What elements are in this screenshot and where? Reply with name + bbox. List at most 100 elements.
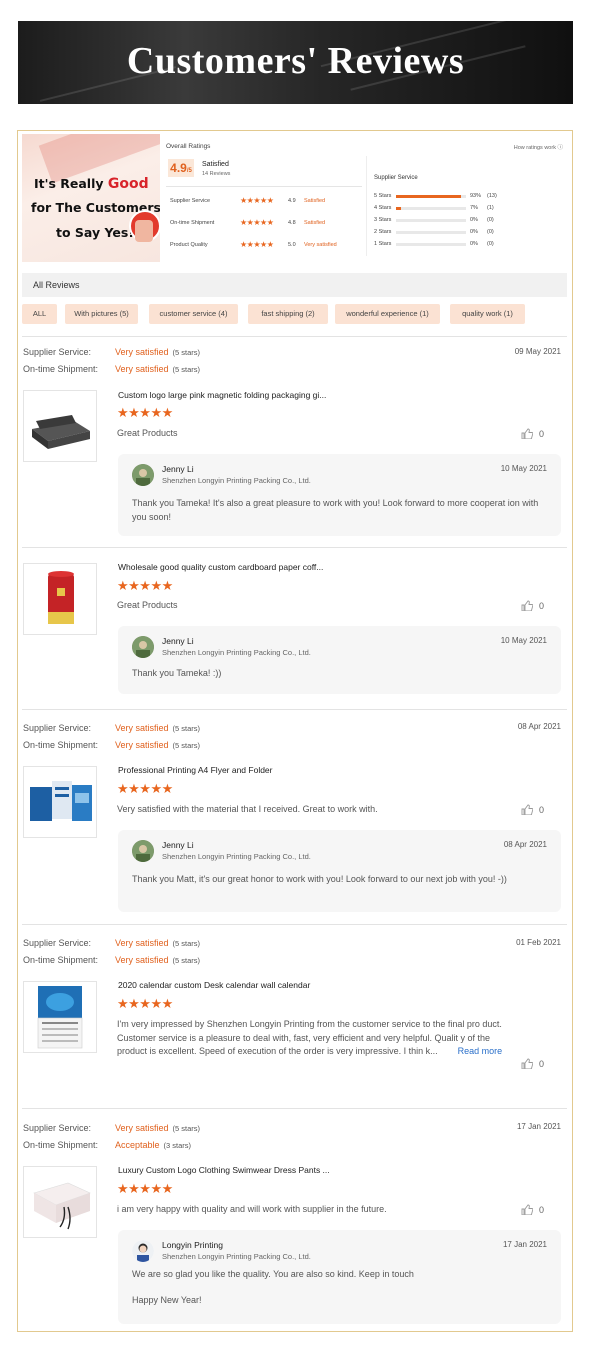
like-button[interactable]: 0 <box>521 804 544 815</box>
reply-date: 08 Apr 2021 <box>503 840 547 849</box>
distribution-count: (1) <box>487 205 494 211</box>
distribution-bar <box>396 231 466 234</box>
reply-company: Shenzhen Longyin Printing Packing Co., L… <box>162 1252 311 1261</box>
distribution-bar <box>396 219 466 222</box>
product-star-rating: ★★★★★ <box>117 996 173 1011</box>
reply-company: Shenzhen Longyin Printing Packing Co., L… <box>162 852 311 861</box>
thumbs-up-icon <box>521 804 533 815</box>
distribution-pct: 0% <box>470 229 478 235</box>
avatar <box>132 1240 154 1262</box>
star-distribution-row: 3 Stars 0% (0) <box>374 217 564 225</box>
like-button[interactable]: 0 <box>521 1204 544 1215</box>
distribution-pct: 93% <box>470 193 482 199</box>
how-ratings-work-link[interactable]: How ratings work ⓘ <box>514 143 563 151</box>
promo-image: It's Really Good for The Customers to Sa… <box>22 134 160 262</box>
filter-customer-service[interactable]: customer service (4) <box>149 304 238 324</box>
distribution-pct: 0% <box>470 217 478 223</box>
filter-quality-work[interactable]: quality work (1) <box>450 304 525 324</box>
product-star-rating: ★★★★★ <box>117 578 173 593</box>
filter-fast-shipping[interactable]: fast shipping (2) <box>248 304 328 324</box>
overall-ratings-label: Overall Ratings <box>166 143 211 150</box>
distribution-count: (13) <box>487 193 497 199</box>
question-icon: ⓘ <box>557 145 563 151</box>
banner: Customers' Reviews <box>18 21 573 104</box>
distribution-fill <box>396 207 401 210</box>
reply-date: 10 May 2021 <box>500 636 547 645</box>
review-count: 14 Reviews <box>202 171 231 177</box>
hand-thumb-icon <box>135 220 153 242</box>
product-image-box[interactable] <box>23 981 97 1053</box>
product-title[interactable]: 2020 calendar custom Desk calendar wall … <box>118 980 310 990</box>
promo-line3: to Say Yes! <box>56 225 134 240</box>
like-button[interactable]: 0 <box>521 1058 544 1069</box>
like-button[interactable]: 0 <box>521 600 544 611</box>
review-date: 17 Jan 2021 <box>516 1122 561 1131</box>
review-date: 09 May 2021 <box>514 347 561 356</box>
reply-message-line2: Happy New Year! <box>132 1295 202 1305</box>
filter-wonderful-experience[interactable]: wonderful experience (1) <box>335 304 440 324</box>
reply-author: Longyin Printing <box>162 1240 223 1250</box>
supplier-reply: Jenny Li Shenzhen Longyin Printing Packi… <box>118 626 561 694</box>
product-image-box[interactable] <box>23 766 97 838</box>
all-reviews-header: All Reviews <box>22 273 567 297</box>
star-distribution-row: 2 Stars 0% (0) <box>374 229 564 237</box>
review-date: 01 Feb 2021 <box>516 938 561 947</box>
product-title[interactable]: Custom logo large pink magnetic folding … <box>118 390 326 400</box>
reply-message: We are so glad you like the quality. You… <box>132 1269 414 1279</box>
reply-message: Thank you Tameka! :)) <box>132 668 222 678</box>
reply-date: 10 May 2021 <box>500 464 547 473</box>
product-title[interactable]: Luxury Custom Logo Clothing Swimwear Dre… <box>118 1165 330 1175</box>
review-supplier-service: Supplier Service: Very satisfied (5 stars) <box>23 1123 201 1133</box>
product-title[interactable]: Wholesale good quality custom cardboard … <box>118 562 323 572</box>
promo-good: Good <box>107 176 149 192</box>
distribution-pct: 7% <box>470 205 478 211</box>
distribution-count: (0) <box>487 241 494 247</box>
reply-message: Thank you Matt, it's our great honor to … <box>132 874 507 884</box>
filter-all[interactable]: ALL <box>22 304 57 324</box>
distribution-label: 4 Stars <box>374 205 392 211</box>
review-ontime-shipment: On-time Shipment: Very satisfied (5 stars) <box>23 364 201 374</box>
product-title[interactable]: Professional Printing A4 Flyer and Folde… <box>118 765 273 775</box>
ratings-summary: Overall Ratings How ratings work ⓘ 4.9/5… <box>166 134 567 262</box>
distribution-bar <box>396 195 466 198</box>
distribution-label: 2 Stars <box>374 229 392 235</box>
supplier-reply: Jenny Li Shenzhen Longyin Printing Packi… <box>118 830 561 912</box>
reviews-panel: It's Really Good for The Customers to Sa… <box>17 130 573 1332</box>
thumbs-up-icon <box>521 428 533 439</box>
review-supplier-service: Supplier Service: Very satisfied (5 stars) <box>23 723 201 733</box>
product-star-rating: ★★★★★ <box>117 1181 173 1196</box>
star-rating: ★★★★★ <box>240 240 274 249</box>
distribution-label: 3 Stars <box>374 217 392 223</box>
product-star-rating: ★★★★★ <box>117 405 173 420</box>
product-image-box[interactable] <box>23 1166 97 1238</box>
product-image-box[interactable] <box>23 390 97 462</box>
promo-line1: It's Really <box>34 176 108 191</box>
like-button[interactable]: 0 <box>521 428 544 439</box>
star-distribution-row: 4 Stars 7% (1) <box>374 205 564 213</box>
review-text: i am very happy with quality and will wo… <box>117 1204 387 1214</box>
review-supplier-service: Supplier Service: Very satisfied (5 stars) <box>23 347 201 357</box>
read-more-link[interactable]: Read more <box>458 1046 503 1056</box>
supplier-reply: Longyin Printing Shenzhen Longyin Printi… <box>118 1230 561 1324</box>
thumbs-up-icon <box>521 1058 533 1069</box>
thumbs-up-icon <box>521 600 533 611</box>
reply-author: Jenny Li <box>162 636 194 646</box>
star-distribution-row: 1 Stars 0% (0) <box>374 241 564 249</box>
star-distribution-row: 5 Stars 93% (13) <box>374 193 564 201</box>
overall-score: 4.9/5 <box>168 159 194 177</box>
distribution-count: (0) <box>487 217 494 223</box>
product-star-rating: ★★★★★ <box>117 781 173 796</box>
distribution-fill <box>396 195 462 198</box>
reply-message: Thank you Tameka! It's also a great plea… <box>132 498 539 522</box>
reply-author: Jenny Li <box>162 464 194 474</box>
review-text: Great Products <box>117 428 178 438</box>
reply-date: 17 Jan 2021 <box>502 1240 547 1249</box>
product-image-box[interactable] <box>23 563 97 635</box>
supplier-service-title: Supplier Service <box>374 175 418 181</box>
rating-supplier-service: Supplier Service ★★★★★ 4.9 Satisfied <box>170 196 326 205</box>
filter-with-pictures[interactable]: With pictures (5) <box>65 304 138 324</box>
avatar <box>132 464 154 486</box>
review-ontime-shipment: On-time Shipment: Very satisfied (5 stars) <box>23 955 201 965</box>
distribution-label: 5 Stars <box>374 193 392 199</box>
distribution-bar <box>396 243 466 246</box>
